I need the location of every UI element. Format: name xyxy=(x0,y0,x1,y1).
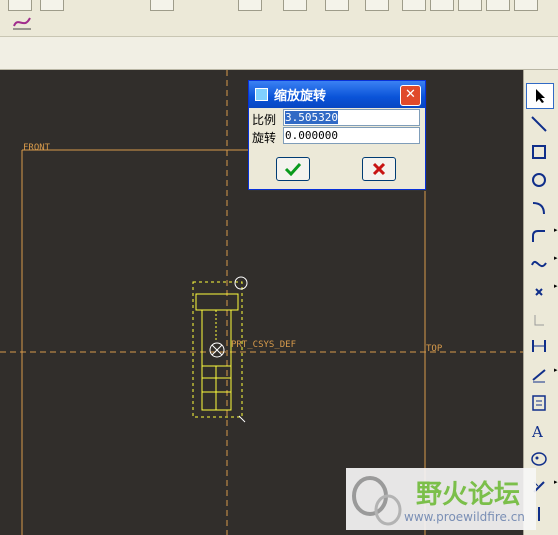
window-icon xyxy=(255,88,268,101)
close-button[interactable]: ✕ xyxy=(400,85,421,106)
chevron-right-icon[interactable]: ▸ xyxy=(554,282,558,290)
top-datum-label: TOP xyxy=(426,344,443,354)
watermark-url: www.proewildfire.cn xyxy=(404,510,525,524)
toolbar-button[interactable] xyxy=(486,0,510,11)
scale-input[interactable]: 3.505320 xyxy=(283,109,420,126)
toolbar-button[interactable] xyxy=(238,0,262,11)
arc-icon[interactable] xyxy=(526,196,552,220)
watermark-title: 野火论坛 xyxy=(416,480,521,510)
fillet-icon[interactable] xyxy=(526,224,552,248)
chevron-right-icon[interactable]: ▸ xyxy=(554,254,558,262)
toolbar-button[interactable] xyxy=(430,0,454,11)
x-icon xyxy=(372,162,386,176)
main-toolbar xyxy=(0,0,558,37)
rectangle-icon[interactable] xyxy=(526,140,552,164)
watermark: 野火论坛 www.proewildfire.cn xyxy=(346,468,536,530)
text-icon[interactable]: A xyxy=(526,419,552,443)
dimension-icon[interactable] xyxy=(526,334,552,358)
constraint-icon[interactable] xyxy=(526,391,552,415)
rotate-value: 0.000000 xyxy=(285,129,338,142)
toolbar-button[interactable] xyxy=(458,0,482,11)
toolbar-button[interactable] xyxy=(514,0,538,11)
toolbar-button[interactable] xyxy=(325,0,349,11)
cancel-button[interactable] xyxy=(362,157,396,181)
rotate-label: 旋转 xyxy=(252,131,277,145)
chevron-right-icon[interactable]: ▸ xyxy=(554,478,558,486)
sketch-tool-icon[interactable] xyxy=(10,12,34,32)
spline-icon[interactable] xyxy=(526,252,552,276)
secondary-toolbar xyxy=(0,37,558,70)
toolbar-button[interactable] xyxy=(283,0,307,11)
dialog-title: 缩放旋转 xyxy=(274,89,327,104)
scale-rotate-dialog: 缩放旋转 ✕ 比例 3.505320 旋转 0.000000 xyxy=(248,80,426,190)
line-icon[interactable] xyxy=(526,112,552,136)
rotate-input[interactable]: 0.000000 xyxy=(283,127,420,144)
sketch-toolbar: A ▸ ▸ ▸ ▸ ▸ xyxy=(523,70,558,535)
checkmark-icon xyxy=(284,162,302,176)
chevron-right-icon[interactable]: ▸ xyxy=(554,366,558,374)
scale-label: 比例 xyxy=(252,113,277,127)
ok-button[interactable] xyxy=(276,157,310,181)
select-arrow-icon[interactable] xyxy=(526,83,554,109)
toolbar-button[interactable] xyxy=(40,0,64,11)
butterfly-logo-icon xyxy=(352,476,402,526)
coordinate-icon[interactable] xyxy=(526,308,552,332)
svg-text:A: A xyxy=(531,423,543,440)
point-icon[interactable] xyxy=(526,280,552,304)
scale-value: 3.505320 xyxy=(285,111,338,124)
toolbar-button[interactable] xyxy=(365,0,389,11)
toolbar-button[interactable] xyxy=(150,0,174,11)
toolbar-button[interactable] xyxy=(8,0,32,11)
toolbar-button[interactable] xyxy=(402,0,426,11)
chevron-right-icon[interactable]: ▸ xyxy=(554,226,558,234)
circle-icon[interactable] xyxy=(526,168,552,192)
modify-icon[interactable] xyxy=(526,363,552,387)
dialog-title-bar[interactable]: 缩放旋转 xyxy=(249,81,425,108)
csys-label: PRT_CSYS_DEF xyxy=(231,340,296,350)
front-datum-label: FRONT xyxy=(23,143,51,153)
